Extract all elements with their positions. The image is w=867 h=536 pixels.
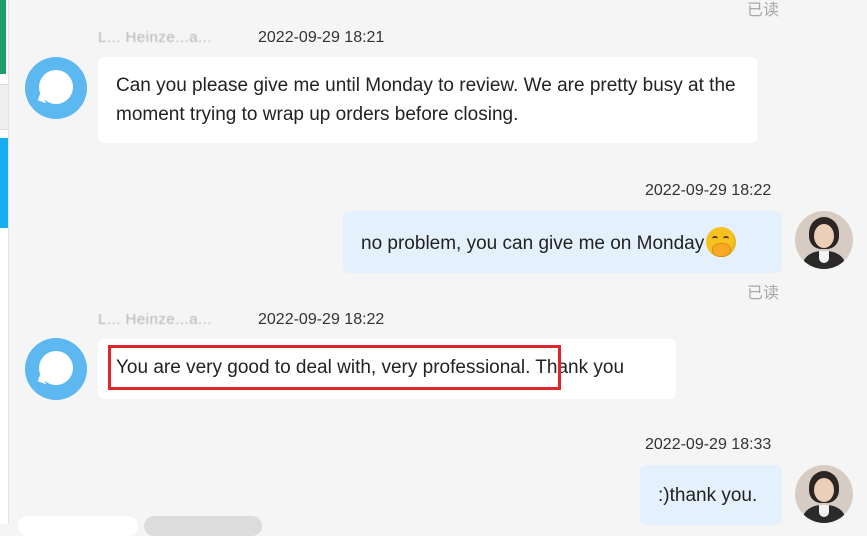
quick-reply-chip[interactable] (18, 516, 138, 536)
read-status-top: 已读 (747, 2, 780, 19)
message-text: :)thank you. (658, 485, 758, 506)
sidebar-divider (8, 0, 9, 524)
message-timestamp: 2022-09-29 18:21 (258, 29, 385, 46)
contact-avatar-icon[interactable] (25, 338, 87, 400)
message-text: Can you please give me until Monday to r… (116, 75, 736, 125)
message-timestamp: 2022-09-29 18:33 (645, 436, 772, 453)
message-bubble-outgoing[interactable]: :)thank you. (640, 465, 782, 525)
sender-name: L... Heinze...a... (98, 29, 213, 46)
user-avatar[interactable] (795, 465, 853, 523)
highlight-annotation-box (108, 345, 561, 390)
sidebar-selected-item[interactable] (0, 138, 8, 228)
left-sidebar-strip (0, 0, 8, 524)
message-text: no problem, you can give me on Monday (361, 233, 705, 254)
sidebar-active-indicator[interactable] (0, 0, 6, 74)
message-bubble-incoming[interactable]: Can you please give me until Monday to r… (98, 57, 757, 143)
message-timestamp: 2022-09-29 18:22 (258, 311, 385, 328)
user-avatar[interactable] (795, 211, 853, 269)
sender-name: L... Heinze...a... (98, 311, 213, 328)
message-bubble-outgoing[interactable]: no problem, you can give me on Monday (343, 211, 782, 273)
face-with-hand-over-mouth-icon (706, 227, 737, 257)
contact-avatar-icon[interactable] (25, 57, 87, 119)
read-status: 已读 (747, 285, 780, 302)
message-timestamp: 2022-09-29 18:22 (645, 182, 772, 199)
sidebar-item[interactable] (0, 84, 8, 130)
quick-reply-chip[interactable] (144, 516, 262, 536)
